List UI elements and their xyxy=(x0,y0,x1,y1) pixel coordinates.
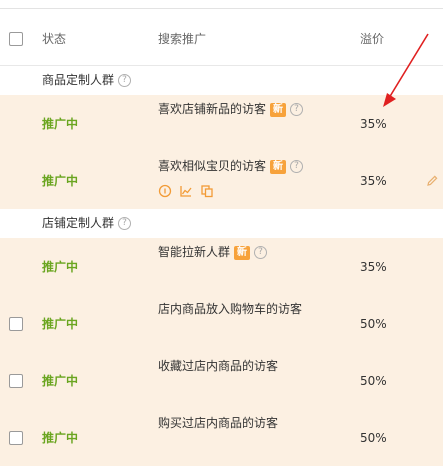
row-status: 推广中 xyxy=(42,260,79,274)
row-name: 购买过店内商品的访客 xyxy=(158,416,279,430)
line-chart-icon[interactable] xyxy=(179,184,193,198)
new-badge: 新 xyxy=(270,159,287,174)
row-status: 推广中 xyxy=(42,431,79,445)
help-icon[interactable]: ? xyxy=(254,246,268,259)
group-store-custom-audience: 店铺定制人群? xyxy=(0,209,443,238)
row-name-text: 智能拉新人群 xyxy=(158,245,231,259)
group-title: 店铺定制人群? xyxy=(42,216,132,230)
help-icon[interactable]: ? xyxy=(290,103,304,116)
group-title-text: 商品定制人群 xyxy=(42,73,115,87)
row-name: 收藏过店内商品的访客 xyxy=(158,359,279,373)
row-name: 喜欢相似宝贝的访客新? xyxy=(158,159,304,174)
row-status: 推广中 xyxy=(42,174,79,188)
row-name: 喜欢店铺新品的访客新? xyxy=(158,102,304,117)
group-title-text: 店铺定制人群 xyxy=(42,216,115,230)
table-row: 推广中 喜欢相似宝贝的访客新? 35% xyxy=(0,152,443,209)
help-icon[interactable]: ? xyxy=(118,217,132,230)
edit-pencil-icon[interactable] xyxy=(425,174,439,188)
row-name: 店内商品放入购物车的访客 xyxy=(158,302,303,316)
row-name-text: 喜欢店铺新品的访客 xyxy=(158,102,267,116)
row-premium: 35% xyxy=(360,260,387,274)
table-row: 推广中 购买过店内商品的访客 50% xyxy=(0,409,443,466)
table-row: 推广中 智能拉新人群新? 35% xyxy=(0,238,443,295)
group-title: 商品定制人群? xyxy=(42,73,132,87)
new-badge: 新 xyxy=(234,245,251,260)
row-premium: 50% xyxy=(360,317,387,331)
group-product-custom-audience: 商品定制人群? xyxy=(0,66,443,95)
header-status: 状态 xyxy=(42,32,67,46)
table-row: 推广中 店内商品放入购物车的访客 50% xyxy=(0,295,443,352)
row-name: 智能拉新人群新? xyxy=(158,245,268,260)
select-all-checkbox[interactable] xyxy=(9,32,23,46)
table-row: 推广中 收藏过店内商品的访客 50% xyxy=(0,352,443,409)
row-checkbox[interactable] xyxy=(9,431,23,445)
new-badge: 新 xyxy=(270,102,287,117)
table-row: 推广中 喜欢店铺新品的访客新? 35% xyxy=(0,95,443,152)
row-premium: 35% xyxy=(360,117,387,131)
row-premium: 35% xyxy=(360,174,387,188)
table-header: 状态 搜索推广 溢价 xyxy=(0,9,443,66)
row-status: 推广中 xyxy=(42,317,79,331)
help-icon[interactable]: ? xyxy=(118,74,132,87)
row-premium: 50% xyxy=(360,431,387,445)
help-icon[interactable]: ? xyxy=(290,160,304,173)
header-premium: 溢价 xyxy=(360,32,385,46)
row-checkbox[interactable] xyxy=(9,317,23,331)
row-checkbox[interactable] xyxy=(9,374,23,388)
row-status: 推广中 xyxy=(42,117,79,131)
row-name-text: 喜欢相似宝贝的访客 xyxy=(158,159,267,173)
copy-icon[interactable] xyxy=(200,184,214,198)
row-tools xyxy=(158,184,217,198)
row-premium: 50% xyxy=(360,374,387,388)
header-search-promotion: 搜索推广 xyxy=(158,32,207,46)
info-circle-icon[interactable] xyxy=(158,184,172,198)
row-status: 推广中 xyxy=(42,374,79,388)
